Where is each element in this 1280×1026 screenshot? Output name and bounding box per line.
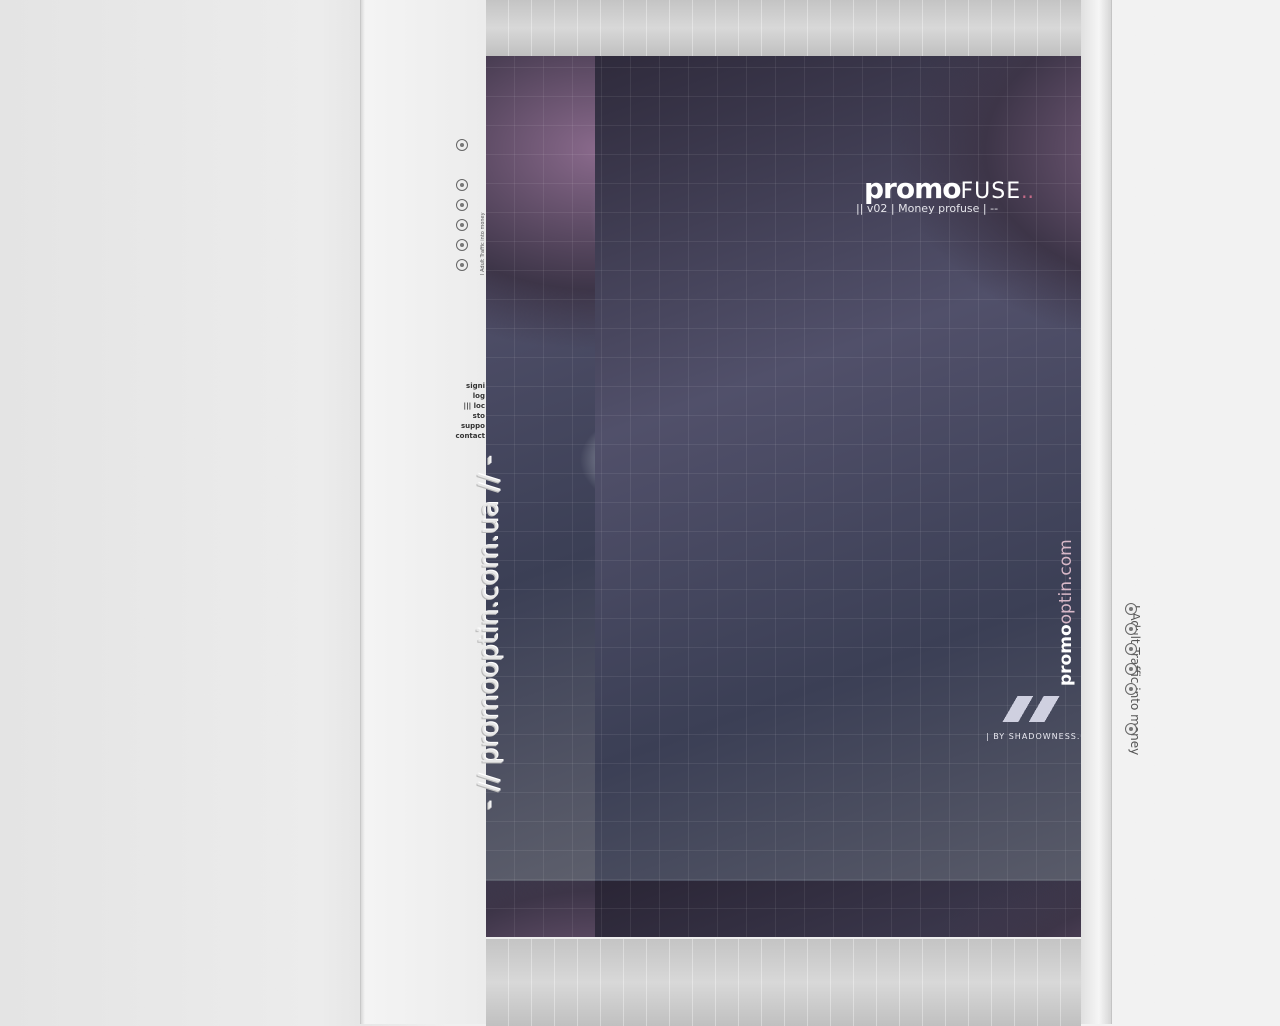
logo-dots: .. xyxy=(1021,179,1034,203)
menu-item-stats[interactable]: sto xyxy=(440,411,485,421)
node-circle-icon xyxy=(1125,643,1137,655)
menu-item-support[interactable]: suppo xyxy=(440,421,485,431)
slash-graphic xyxy=(986,696,1076,722)
top-metal-panel xyxy=(486,0,1081,58)
hero-artwork: promoFUSE.. || v02 | Money profuse | -- … xyxy=(486,56,1081,937)
vertical-url: promooptin.com xyxy=(1056,539,1076,686)
node-circle-icon xyxy=(456,179,468,191)
node-circle-icon xyxy=(456,259,468,271)
node-circle-icon xyxy=(1125,723,1137,735)
node-circle-icon xyxy=(456,239,468,251)
embossed-url: - // promooptin.com.ua // - xyxy=(473,455,504,810)
node-circle-icon xyxy=(1125,683,1137,695)
url-bold: promo xyxy=(1056,624,1076,686)
node-circle-icon xyxy=(1125,603,1137,615)
menu-item-loc[interactable]: ||| loc xyxy=(440,401,485,411)
node-circle-icon xyxy=(1125,623,1137,635)
logo-main: promo xyxy=(864,172,961,205)
node-circle-icon xyxy=(456,199,468,211)
right-rail xyxy=(1081,0,1112,1024)
promofuse-logo: promoFUSE.. xyxy=(864,172,1034,205)
side-menu: signi log ||| loc sto suppo contact xyxy=(440,381,485,441)
tagline: || v02 | Money profuse | -- xyxy=(856,202,999,215)
logo-sub: FUSE xyxy=(960,179,1022,204)
credit: | BY SHADOWNESS.COM | xyxy=(986,732,1081,741)
menu-item-contact[interactable]: contact xyxy=(440,431,485,441)
menu-item-login[interactable]: log xyxy=(440,391,485,401)
node-circle-icon xyxy=(456,219,468,231)
node-circle-icon xyxy=(456,139,468,151)
menu-item-signup[interactable]: signi xyxy=(440,381,485,391)
node-circle-icon xyxy=(1125,663,1137,675)
url-light: optin.com xyxy=(1056,539,1076,625)
left-rail xyxy=(360,0,487,1024)
left-tagline: I Adult Traffic into money xyxy=(480,212,486,275)
bottom-metal-panel xyxy=(486,937,1081,1026)
